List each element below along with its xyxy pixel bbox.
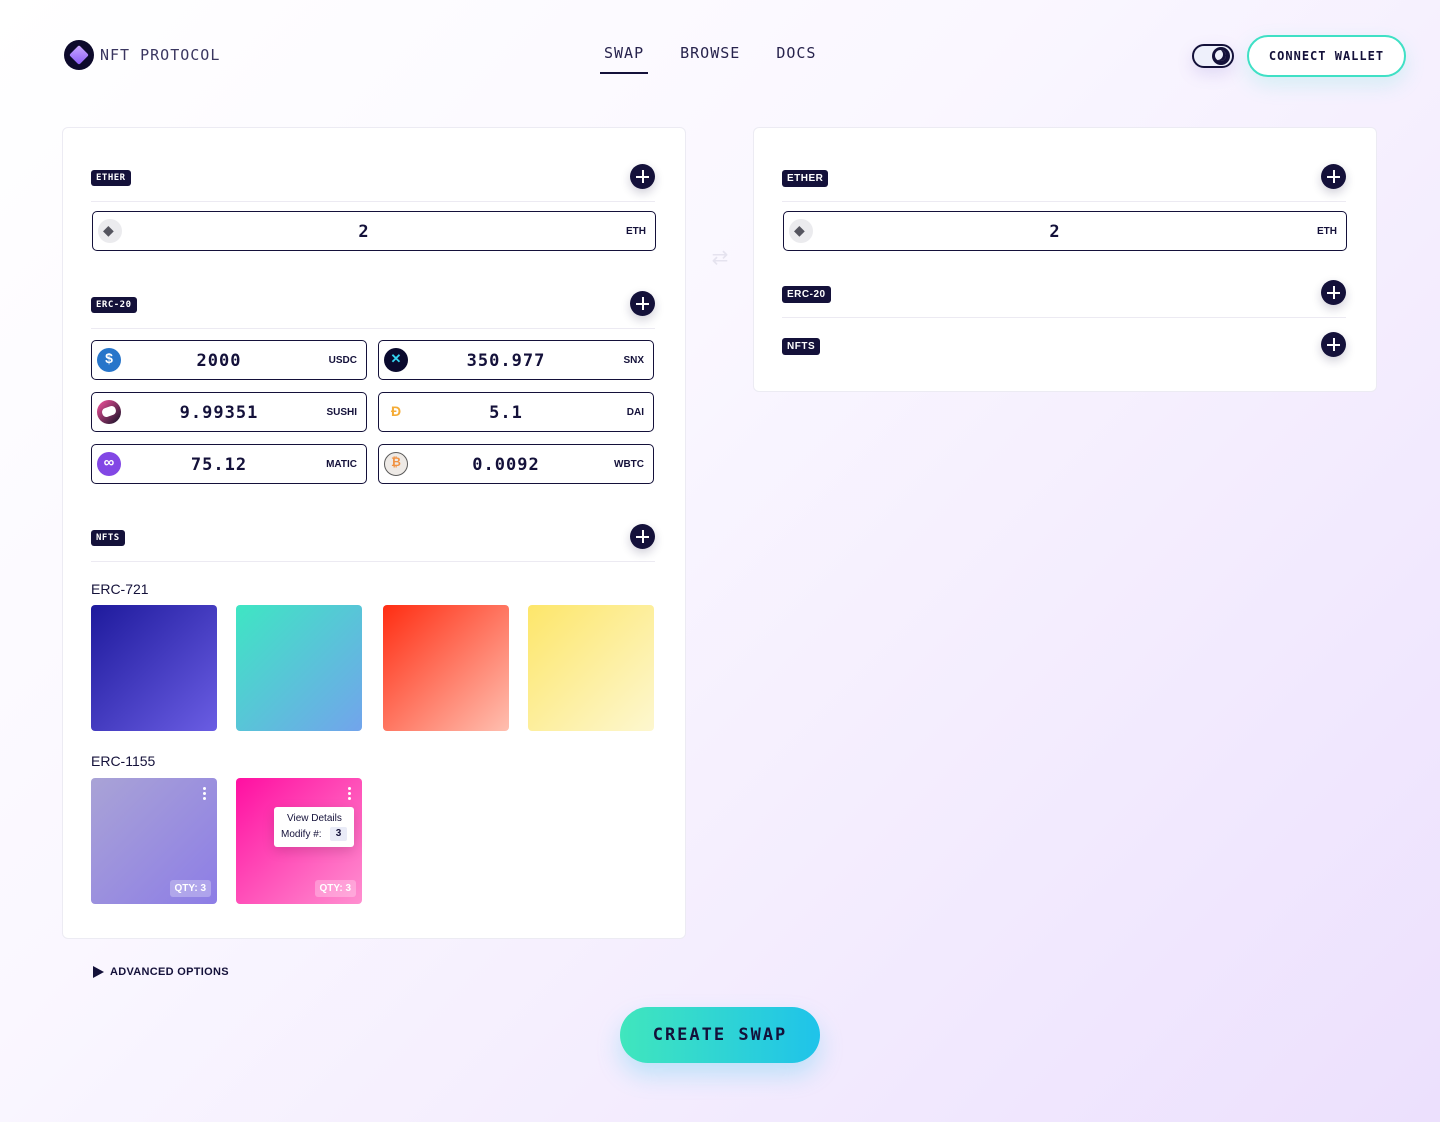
more-options-icon[interactable] [201,787,207,803]
ether-section-header: ETHER [91,164,655,202]
token-amount: 350.977 [466,351,546,371]
ether-unit: ETH [626,226,646,237]
view-details-menu-item[interactable]: View Details [287,813,342,824]
erc20-tag: ERC-20 [782,286,831,303]
caret-right-icon [93,966,104,978]
logo-icon [64,40,94,70]
add-erc20-button[interactable] [1321,280,1346,305]
main-nav: SWAP BROWSE DOCS [600,44,848,74]
nfts-tag: NFTS [91,530,125,546]
token-amount: 5.1 [489,403,523,423]
swap-arrows-icon: ⇄ [711,247,729,269]
usdc-icon [97,348,121,372]
ether-unit: ETH [1317,226,1337,237]
more-options-icon[interactable] [346,787,352,803]
sushi-icon [97,400,121,424]
add-nft-button[interactable] [630,524,655,549]
request-panel: ETHER 2 ETH ERC-20 NFTS [753,127,1377,392]
dai-icon [384,400,408,424]
nft-card-erc721[interactable] [236,605,362,731]
nfts-tag: NFTS [782,338,821,355]
add-nft-button[interactable] [1321,332,1346,357]
advanced-options-toggle[interactable]: ADVANCED OPTIONS [93,966,229,978]
eth-icon [789,219,813,243]
token-field-dai[interactable]: 5.1 DAI [378,392,654,432]
add-ether-button[interactable] [630,164,655,189]
erc20-section-header: ERC-20 [782,280,1346,318]
moon-icon [1212,47,1230,65]
token-field-usdc[interactable]: 2000 USDC [91,340,367,380]
snx-icon [384,348,408,372]
token-unit: SNX [623,355,644,366]
ether-amount-field[interactable]: 2 ETH [92,211,656,251]
erc1155-label: ERC-1155 [91,753,156,769]
ether-amount-field[interactable]: 2 ETH [783,211,1347,251]
nft-card-erc1155[interactable]: QTY: 3 [91,778,217,904]
nav-docs[interactable]: DOCS [772,44,820,74]
token-field-wbtc[interactable]: 0.0092 WBTC [378,444,654,484]
nft-card-erc721[interactable] [528,605,654,731]
nft-options-menu: View Details Modify #: 3 [274,807,354,847]
matic-icon [97,452,121,476]
ether-tag: ETHER [782,170,829,187]
advanced-options-label: ADVANCED OPTIONS [110,966,229,978]
add-erc20-button[interactable] [630,291,655,316]
token-unit: SUSHI [326,407,357,418]
modify-quantity-label: Modify #: [281,829,322,840]
token-unit: MATIC [326,459,357,470]
token-amount: 9.99351 [179,403,259,423]
theme-toggle[interactable] [1192,44,1234,68]
token-field-matic[interactable]: 75.12 MATIC [91,444,367,484]
token-field-sushi[interactable]: 9.99351 SUSHI [91,392,367,432]
token-unit: DAI [626,407,644,418]
nft-quantity-badge: QTY: 3 [169,880,211,897]
ether-amount-value: 2 [358,222,370,242]
nft-card-erc721[interactable] [91,605,217,731]
brand-name: NFT PROTOCOL [100,46,221,64]
nfts-section-header: NFTS [782,332,1346,370]
nft-card-erc1155[interactable]: View Details Modify #: 3 QTY: 3 [236,778,362,904]
ether-tag: ETHER [91,170,131,186]
create-swap-button[interactable]: CREATE SWAP [620,1007,820,1063]
connect-wallet-button[interactable]: CONNECT WALLET [1247,35,1406,77]
token-unit: USDC [328,355,357,366]
token-amount: 75.12 [190,455,248,475]
ether-section-header: ETHER [782,164,1346,202]
erc721-label: ERC-721 [91,581,149,597]
ether-amount-value: 2 [1049,222,1061,242]
token-amount: 2000 [196,351,242,371]
offer-panel: ETHER 2 ETH ERC-20 2000 USDC 350.977 SNX… [62,127,686,939]
nfts-section-header: NFTS [91,524,655,562]
nav-swap[interactable]: SWAP [600,44,649,74]
brand-logo[interactable]: NFT PROTOCOL [64,40,220,70]
add-ether-button[interactable] [1321,164,1346,189]
nft-card-erc721[interactable] [383,605,509,731]
erc20-section-header: ERC-20 [91,291,655,329]
token-amount: 0.0092 [472,455,540,475]
token-unit: WBTC [614,459,644,470]
wbtc-icon [384,452,408,476]
nav-browse[interactable]: BROWSE [676,44,744,74]
erc20-tag: ERC-20 [91,297,137,313]
eth-icon [98,219,122,243]
token-field-snx[interactable]: 350.977 SNX [378,340,654,380]
modify-quantity-input[interactable]: 3 [330,827,347,841]
nft-quantity-badge: QTY: 3 [314,880,356,897]
